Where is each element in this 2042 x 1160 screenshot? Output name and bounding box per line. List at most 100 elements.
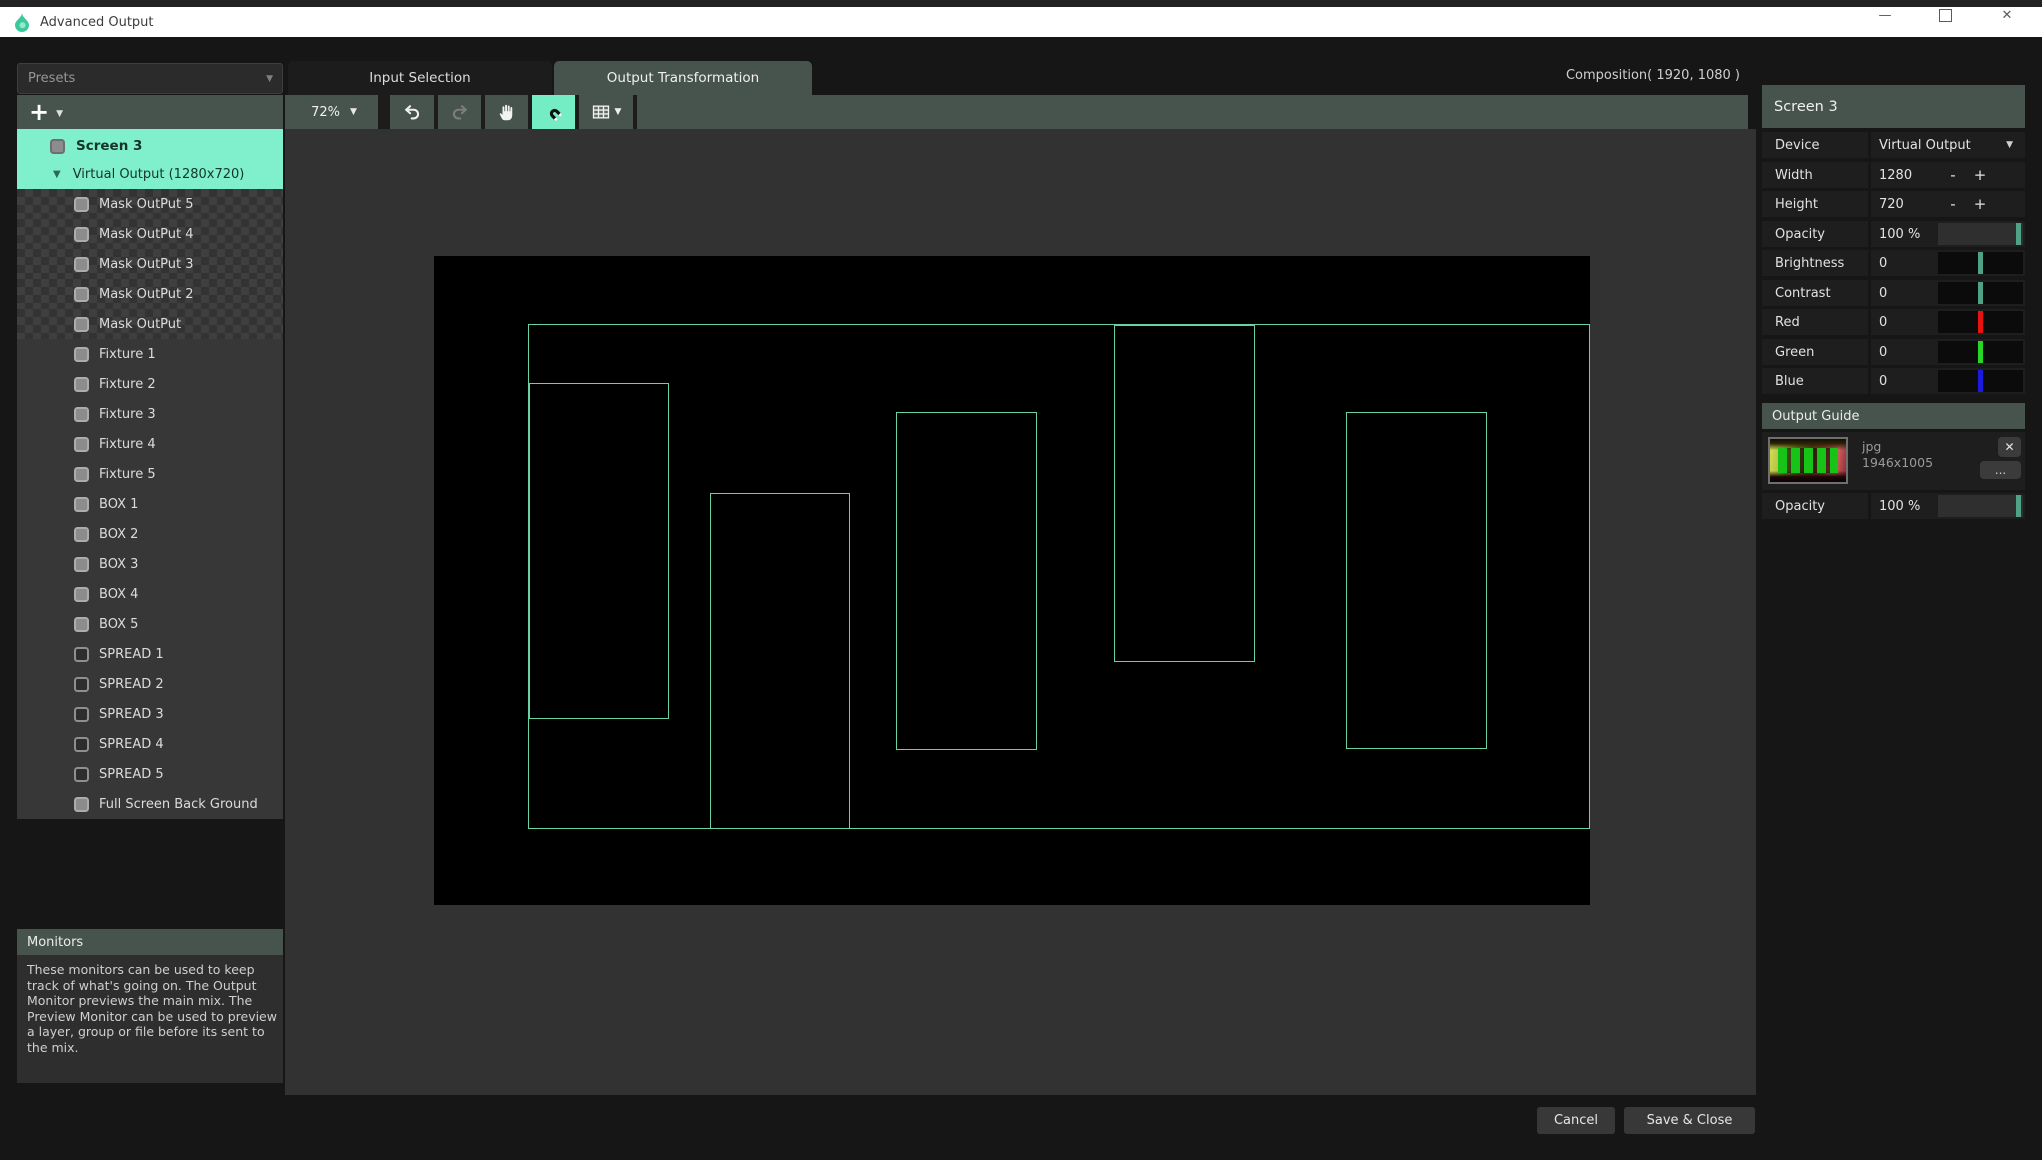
guide-opacity-value-cell[interactable]: 100 % [1871, 493, 2025, 519]
blue-value-cell[interactable]: 0 [1871, 368, 2025, 394]
item-checkbox[interactable] [74, 677, 89, 692]
sidebar-item-fixture-3[interactable]: Fixture 3 [17, 399, 283, 429]
tab-input-selection[interactable]: Input Selection [288, 61, 552, 95]
output-slice-1[interactable] [529, 383, 669, 719]
sidebar-item-spread-2[interactable]: SPREAD 2 [17, 669, 283, 699]
sidebar-item-mask-output-2[interactable]: Mask OutPut 2 [17, 279, 283, 309]
sidebar-item-fixture-1[interactable]: Fixture 1 [17, 339, 283, 369]
item-checkbox[interactable] [74, 587, 89, 602]
slider-handle[interactable] [1978, 311, 1983, 333]
sidebar-item-box-2[interactable]: BOX 2 [17, 519, 283, 549]
close-button[interactable]: ✕ [1984, 0, 2030, 30]
chevron-down-icon[interactable]: ▼ [56, 109, 63, 119]
output-slice-3[interactable] [896, 412, 1037, 750]
presets-dropdown[interactable]: Presets ▼ [17, 63, 283, 94]
slider-handle[interactable] [1978, 341, 1983, 363]
width-value-cell[interactable]: 1280-+ [1871, 162, 2025, 188]
item-checkbox[interactable] [74, 737, 89, 752]
brightness-value-cell[interactable]: 0 [1871, 250, 2025, 276]
item-checkbox[interactable] [74, 317, 89, 332]
item-checkbox[interactable] [74, 527, 89, 542]
sidebar-item-mask-output-4[interactable]: Mask OutPut 4 [17, 219, 283, 249]
sidebar-item-spread-5[interactable]: SPREAD 5 [17, 759, 283, 789]
snap-magnet-button[interactable] [532, 95, 575, 129]
slider-handle[interactable] [2016, 223, 2021, 245]
slider-handle[interactable] [1978, 282, 1983, 304]
item-checkbox[interactable] [74, 707, 89, 722]
sidebar-item-box-1[interactable]: BOX 1 [17, 489, 283, 519]
sidebar-item-spread-3[interactable]: SPREAD 3 [17, 699, 283, 729]
undo-button[interactable] [390, 95, 434, 129]
sidebar-item-virtual-output[interactable]: ▼ Virtual Output (1280x720) [17, 162, 283, 186]
output-slice-2[interactable] [710, 493, 850, 829]
item-checkbox[interactable] [74, 797, 89, 812]
contrast-slider[interactable] [1938, 282, 2023, 304]
output-transformation-canvas[interactable] [285, 129, 1756, 1095]
sidebar-item-spread-1[interactable]: SPREAD 1 [17, 639, 283, 669]
minimize-button[interactable]: — [1862, 0, 1908, 30]
increment-button[interactable]: + [1970, 191, 1990, 217]
chevron-down-icon[interactable]: ▼ [2006, 140, 2013, 150]
maximize-button[interactable] [1922, 0, 1968, 30]
red-value-cell[interactable]: 0 [1871, 309, 2025, 335]
item-checkbox[interactable] [74, 467, 89, 482]
expand-triangle-icon[interactable]: ▼ [53, 169, 61, 180]
item-checkbox[interactable] [74, 347, 89, 362]
blue-slider[interactable] [1938, 370, 2023, 392]
guide-opacity-slider[interactable] [1938, 495, 2023, 517]
screen-3-checkbox[interactable] [50, 139, 65, 154]
output-slice-4[interactable] [1114, 325, 1255, 662]
sidebar-item-mask-output[interactable]: Mask OutPut [17, 309, 283, 339]
item-checkbox[interactable] [74, 377, 89, 392]
item-checkbox[interactable] [74, 287, 89, 302]
decrement-button[interactable]: - [1943, 162, 1963, 188]
slider-handle[interactable] [1978, 370, 1983, 392]
sidebar-item-screen-3[interactable]: Screen 3 ▼ Virtual Output (1280x720) [17, 129, 283, 189]
red-slider[interactable] [1938, 311, 2023, 333]
add-screen-button[interactable]: + [29, 102, 49, 122]
sidebar-item-mask-output-5[interactable]: Mask OutPut 5 [17, 189, 283, 219]
cancel-button[interactable]: Cancel [1537, 1107, 1615, 1134]
item-checkbox[interactable] [74, 407, 89, 422]
opacity-value-cell[interactable]: 100 % [1871, 221, 2025, 247]
save-and-close-button[interactable]: Save & Close [1624, 1107, 1755, 1134]
tab-output-transformation[interactable]: Output Transformation [554, 61, 812, 95]
sidebar-item-fixture-4[interactable]: Fixture 4 [17, 429, 283, 459]
item-checkbox[interactable] [74, 197, 89, 212]
sidebar-item-fixture-5[interactable]: Fixture 5 [17, 459, 283, 489]
item-checkbox[interactable] [74, 617, 89, 632]
green-value-cell[interactable]: 0 [1871, 339, 2025, 365]
opacity-slider[interactable] [1938, 223, 2023, 245]
item-checkbox[interactable] [74, 497, 89, 512]
sidebar-item-box-5[interactable]: BOX 5 [17, 609, 283, 639]
contrast-value-cell[interactable]: 0 [1871, 280, 2025, 306]
item-checkbox[interactable] [74, 227, 89, 242]
item-checkbox[interactable] [74, 437, 89, 452]
item-checkbox[interactable] [74, 647, 89, 662]
slider-handle[interactable] [1978, 252, 1983, 274]
sidebar-item-mask-output-3[interactable]: Mask OutPut 3 [17, 249, 283, 279]
sidebar-item-fixture-2[interactable]: Fixture 2 [17, 369, 283, 399]
device-value-cell[interactable]: Virtual Output▼ [1871, 132, 2025, 158]
remove-guide-button[interactable]: ✕ [1998, 437, 2021, 457]
guide-image-thumbnail[interactable] [1768, 437, 1848, 484]
zoom-level-dropdown[interactable]: 72% ▼ [290, 95, 378, 129]
browse-guide-button[interactable]: ... [1980, 461, 2021, 479]
item-checkbox[interactable] [74, 767, 89, 782]
brightness-slider[interactable] [1938, 252, 2023, 274]
pan-hand-button[interactable] [485, 95, 528, 129]
grid-options-button[interactable]: ▼ [579, 95, 633, 129]
item-checkbox[interactable] [74, 557, 89, 572]
sidebar-item-box-3[interactable]: BOX 3 [17, 549, 283, 579]
increment-button[interactable]: + [1970, 162, 1990, 188]
item-checkbox[interactable] [74, 257, 89, 272]
output-slice-5[interactable] [1346, 412, 1487, 749]
decrement-button[interactable]: - [1943, 191, 1963, 217]
slider-handle[interactable] [2016, 495, 2021, 517]
sidebar-item-box-4[interactable]: BOX 4 [17, 579, 283, 609]
redo-button[interactable] [438, 95, 481, 129]
sidebar-item-spread-4[interactable]: SPREAD 4 [17, 729, 283, 759]
sidebar-item-full-screen-back-ground[interactable]: Full Screen Back Ground [17, 789, 283, 819]
green-slider[interactable] [1938, 341, 2023, 363]
height-value-cell[interactable]: 720-+ [1871, 191, 2025, 217]
